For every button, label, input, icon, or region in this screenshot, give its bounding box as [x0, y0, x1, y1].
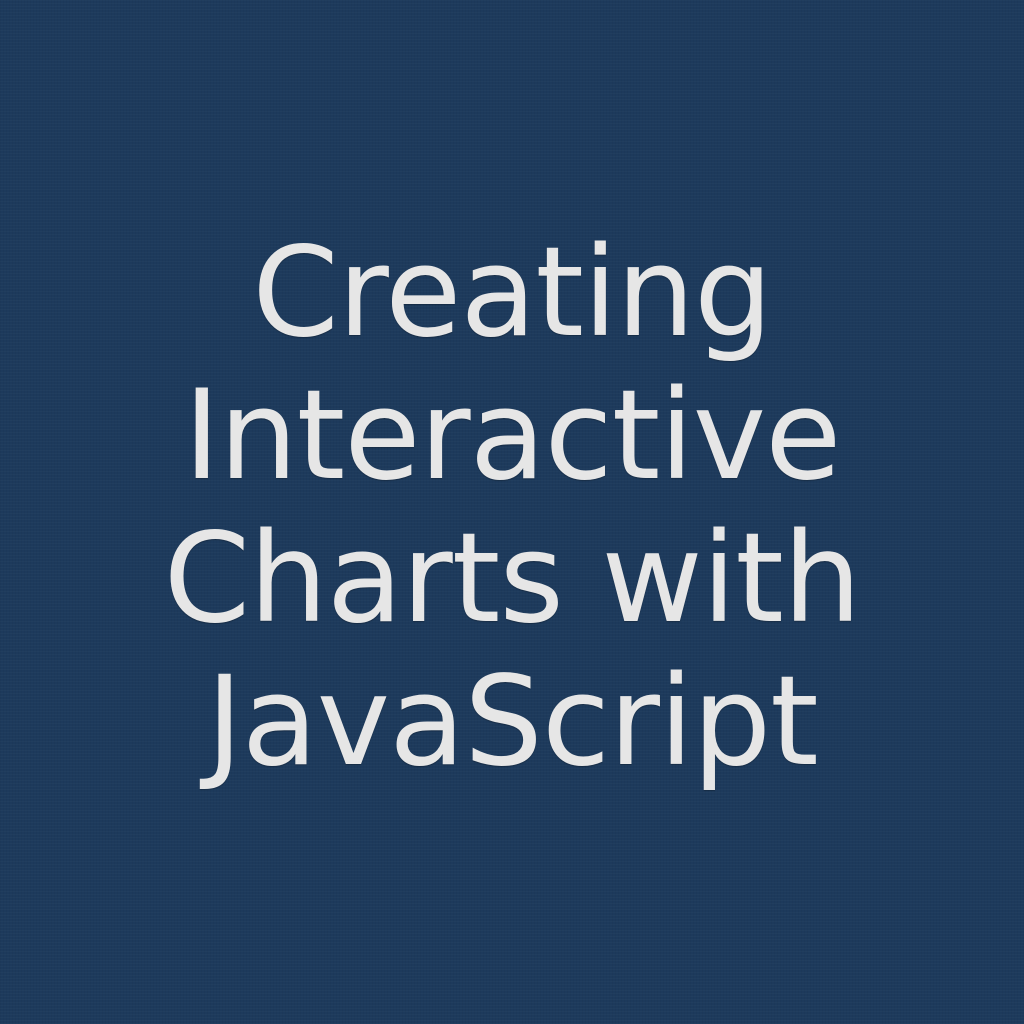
title-line-3: Charts with — [163, 507, 862, 651]
title-line-1: Creating — [252, 221, 772, 365]
title-line-4: JavaScript — [206, 650, 819, 794]
cover-canvas: Creating Interactive Charts with JavaScr… — [0, 0, 1024, 1024]
page-title: Creating Interactive Charts with JavaScr… — [0, 222, 1024, 794]
title-line-2: Interactive — [183, 364, 842, 508]
